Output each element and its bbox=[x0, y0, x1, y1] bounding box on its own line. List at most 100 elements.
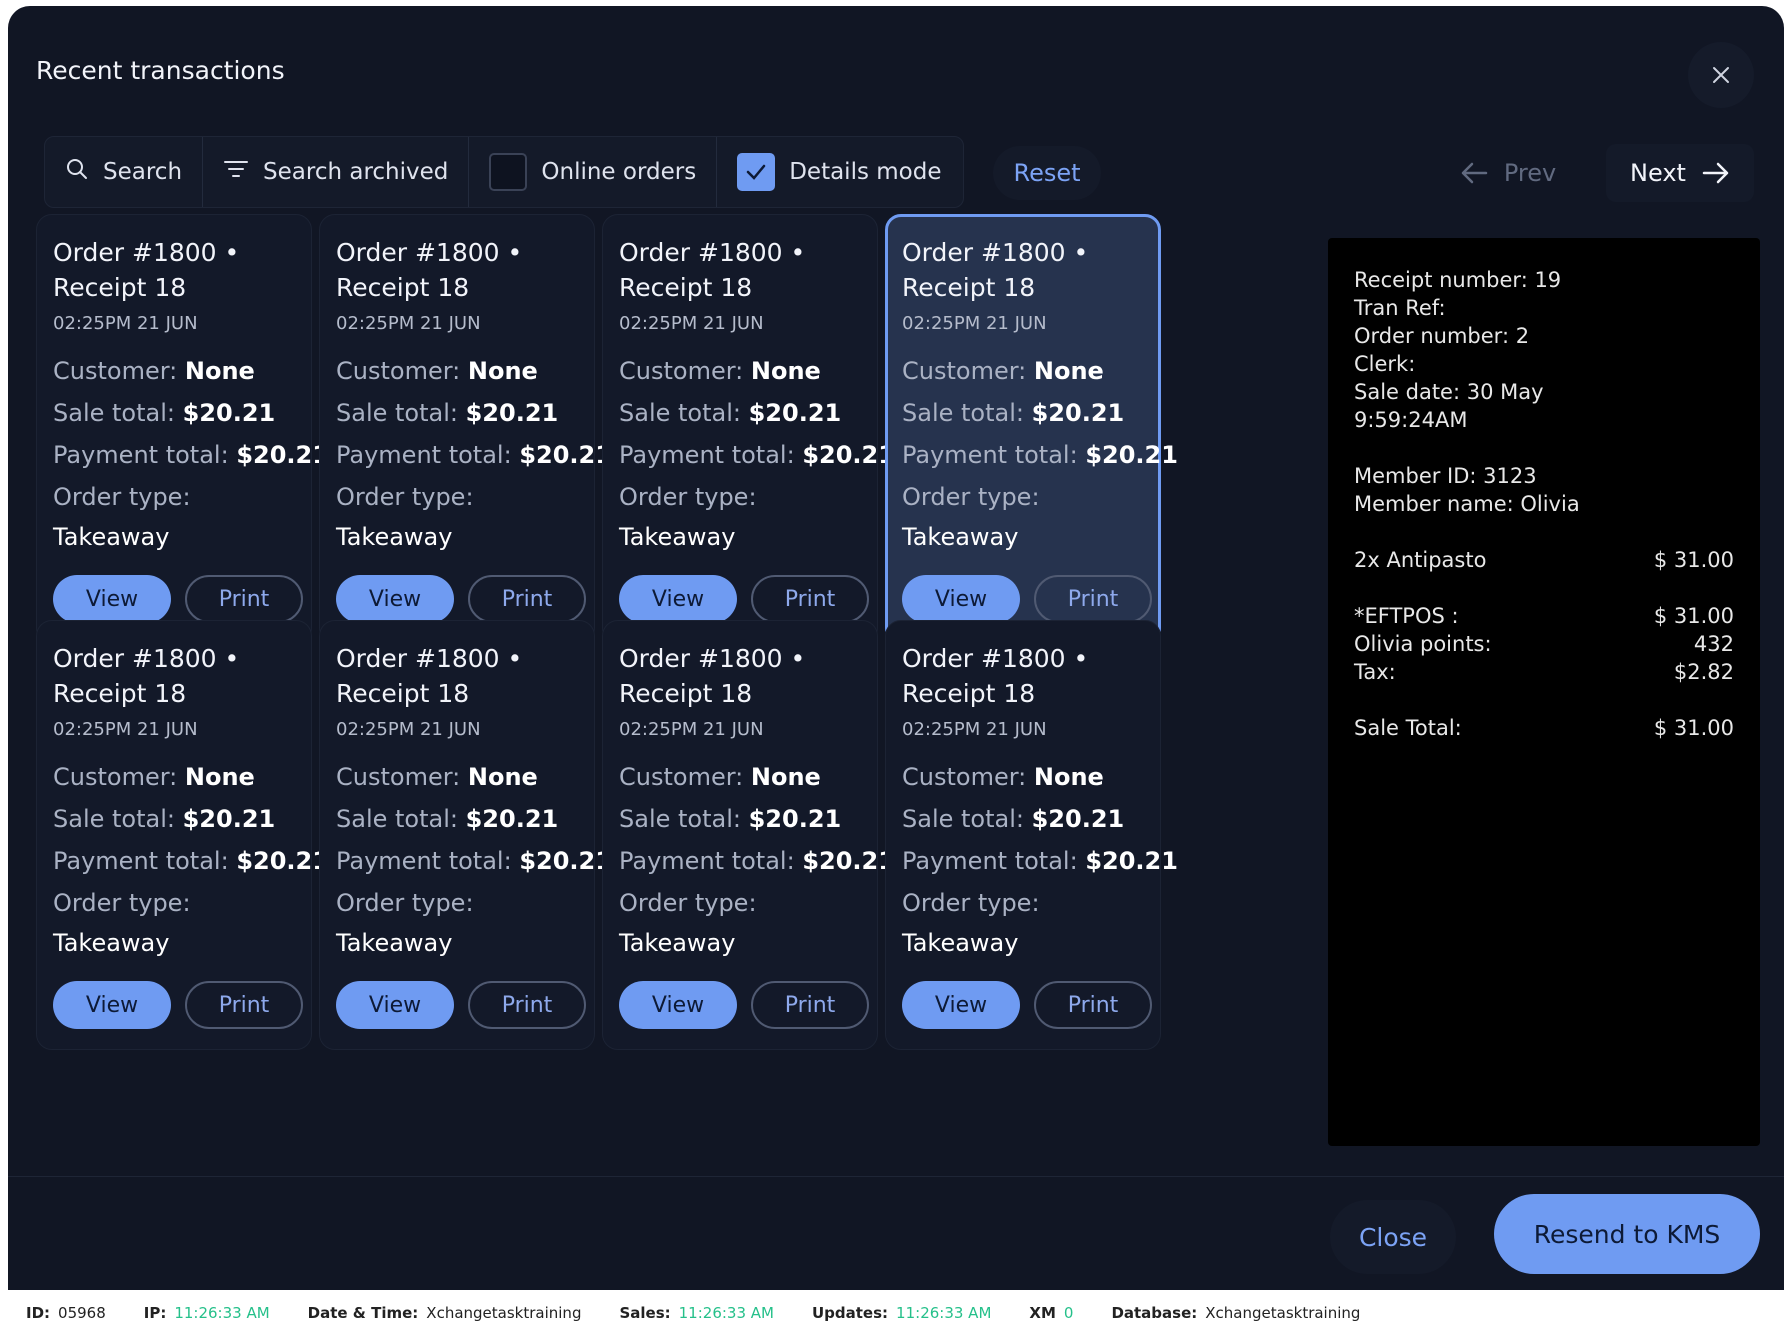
sale-total-value: $20.21 bbox=[748, 399, 842, 427]
sale-date-line: Sale date: 30 May bbox=[1354, 380, 1544, 404]
order-type-value: Takeaway bbox=[336, 523, 453, 551]
print-button[interactable]: Print bbox=[751, 981, 869, 1029]
customer-value: None bbox=[184, 763, 255, 791]
transaction-card[interactable]: Order #1800 • Receipt 18 02:25PM 21 JUN … bbox=[885, 620, 1178, 1050]
receipt-number: Receipt 18 bbox=[902, 679, 1036, 708]
print-button[interactable]: Print bbox=[185, 575, 303, 623]
order-type-label: Order type: bbox=[53, 483, 191, 511]
details-mode-checkbox[interactable] bbox=[737, 153, 776, 191]
payment-total-value: $20.21 bbox=[802, 441, 895, 469]
transaction-card[interactable]: Order #1800 • Receipt 18 02:25PM 21 JUN … bbox=[602, 620, 895, 1050]
transaction-card[interactable]: Order #1800 • Receipt 18 02:25PM 21 JUN … bbox=[36, 620, 329, 1050]
sale-total-label: Sale total: bbox=[336, 399, 458, 427]
card-actions: View Print bbox=[902, 575, 1152, 623]
arrow-left-icon bbox=[1461, 162, 1488, 184]
arrow-right-icon bbox=[1702, 162, 1729, 184]
print-button[interactable]: Print bbox=[1034, 575, 1152, 623]
view-button[interactable]: View bbox=[336, 575, 454, 623]
customer-value: None bbox=[1033, 357, 1104, 385]
print-button[interactable]: Print bbox=[468, 981, 586, 1029]
customer-label: Customer: bbox=[619, 357, 744, 385]
order-date: 02:25PM 21 JUN bbox=[336, 313, 481, 334]
prev-button[interactable]: Prev bbox=[1428, 144, 1588, 202]
print-button[interactable]: Print bbox=[185, 981, 303, 1029]
online-orders-toggle[interactable]: Online orders bbox=[469, 137, 718, 207]
status-database: Database: Xchangetasktraining bbox=[1111, 1304, 1361, 1322]
payment-total-label: Payment total: bbox=[336, 441, 512, 469]
payment-total-row: Payment total: $20.21 bbox=[902, 847, 1178, 876]
payment-total-value: $20.21 bbox=[519, 441, 612, 469]
sale-total-value: $20.21 bbox=[465, 805, 559, 833]
transaction-card[interactable]: Order #1800 • Receipt 18 02:25PM 21 JUN … bbox=[319, 214, 612, 644]
order-type-value: Takeaway bbox=[619, 929, 736, 957]
order-type-label: Order type: bbox=[336, 889, 474, 917]
payment-total-value: $20.21 bbox=[802, 847, 895, 875]
sale-total-row: Sale total: $20.21 bbox=[902, 805, 1144, 834]
points-line: Olivia points: 432 bbox=[1354, 630, 1734, 658]
card-actions: View Print bbox=[336, 981, 586, 1029]
details-mode-toggle[interactable]: Details mode bbox=[717, 137, 961, 207]
sale-total-value: $20.21 bbox=[465, 399, 559, 427]
view-button[interactable]: View bbox=[619, 575, 737, 623]
payment-total-label: Payment total: bbox=[53, 441, 229, 469]
customer-label: Customer: bbox=[902, 763, 1027, 791]
customer-value: None bbox=[184, 357, 255, 385]
dialog-title: Recent transactions bbox=[36, 56, 285, 85]
sale-total-row: Sale total: $20.21 bbox=[336, 805, 578, 834]
customer-value: None bbox=[1033, 763, 1104, 791]
view-button[interactable]: View bbox=[53, 981, 171, 1029]
transaction-card[interactable]: Order #1800 • Receipt 18 02:25PM 21 JUN … bbox=[319, 620, 612, 1050]
search-archived-button[interactable]: Search archived bbox=[203, 137, 470, 207]
payment-total-value: $20.21 bbox=[519, 847, 612, 875]
view-button[interactable]: View bbox=[336, 981, 454, 1029]
view-button[interactable]: View bbox=[902, 981, 1020, 1029]
checkmark-icon bbox=[746, 164, 766, 180]
order-date: 02:25PM 21 JUN bbox=[336, 719, 481, 740]
customer-row: Customer: None bbox=[619, 763, 861, 792]
transaction-card[interactable]: Order #1800 • Receipt 18 02:25PM 21 JUN … bbox=[602, 214, 895, 644]
resend-to-kms-button[interactable]: Resend to KMS bbox=[1494, 1194, 1760, 1274]
points-label: Olivia points: bbox=[1354, 632, 1492, 656]
online-orders-checkbox[interactable] bbox=[489, 153, 528, 191]
print-button[interactable]: Print bbox=[468, 575, 586, 623]
close-button[interactable]: Close bbox=[1330, 1200, 1456, 1274]
receipt-details-panel: Receipt number: 19 Tran Ref: Order numbe… bbox=[1328, 238, 1760, 1146]
order-type-value: Takeaway bbox=[336, 929, 453, 957]
transaction-card[interactable]: Order #1800 • Receipt 18 02:25PM 21 JUN … bbox=[885, 214, 1178, 644]
customer-label: Customer: bbox=[336, 357, 461, 385]
print-button[interactable]: Print bbox=[751, 575, 869, 623]
status-bar: ID: 05968 IP: 11:26:33 AM Date & Time: Xcha… bbox=[8, 1290, 1784, 1336]
sale-total-receipt-label: Sale Total: bbox=[1354, 716, 1462, 740]
sale-time-line: 9:59:24AM bbox=[1354, 408, 1468, 432]
sale-total-label: Sale total: bbox=[902, 399, 1024, 427]
card-actions: View Print bbox=[619, 981, 869, 1029]
payment-total-row: Payment total: $20.21 bbox=[619, 847, 895, 876]
sale-total-label: Sale total: bbox=[53, 805, 175, 833]
search-archived-label: Search archived bbox=[263, 159, 449, 185]
order-type-value: Takeaway bbox=[53, 523, 170, 551]
item-label: 2x Antipasto bbox=[1354, 548, 1487, 572]
sale-total-label: Sale total: bbox=[619, 805, 741, 833]
sale-total-value: $20.21 bbox=[1031, 805, 1125, 833]
transaction-card[interactable]: Order #1800 • Receipt 18 02:25PM 21 JUN … bbox=[36, 214, 329, 644]
payment-total-value: $20.21 bbox=[236, 441, 329, 469]
view-button[interactable]: View bbox=[902, 575, 1020, 623]
card-actions: View Print bbox=[336, 575, 586, 623]
view-button[interactable]: View bbox=[53, 575, 171, 623]
print-button[interactable]: Print bbox=[1034, 981, 1152, 1029]
close-icon[interactable] bbox=[1688, 42, 1754, 108]
view-button[interactable]: View bbox=[619, 981, 737, 1029]
tax-line: Tax: $2.82 bbox=[1354, 658, 1734, 686]
footer-divider bbox=[8, 1176, 1784, 1177]
order-type-label: Order type: bbox=[902, 889, 1040, 917]
payment-total-value: $20.21 bbox=[1085, 441, 1178, 469]
reset-button[interactable]: Reset bbox=[993, 146, 1101, 200]
order-number: Order #1800 • bbox=[902, 238, 1089, 267]
item-line: 2x Antipasto $ 31.00 bbox=[1354, 546, 1734, 574]
search-button[interactable]: Search bbox=[45, 137, 204, 207]
search-icon bbox=[65, 157, 89, 187]
next-button[interactable]: Next bbox=[1606, 144, 1754, 202]
receipt-number: Receipt 18 bbox=[336, 679, 470, 708]
customer-label: Customer: bbox=[619, 763, 744, 791]
receipt-number: Receipt 18 bbox=[902, 273, 1036, 302]
